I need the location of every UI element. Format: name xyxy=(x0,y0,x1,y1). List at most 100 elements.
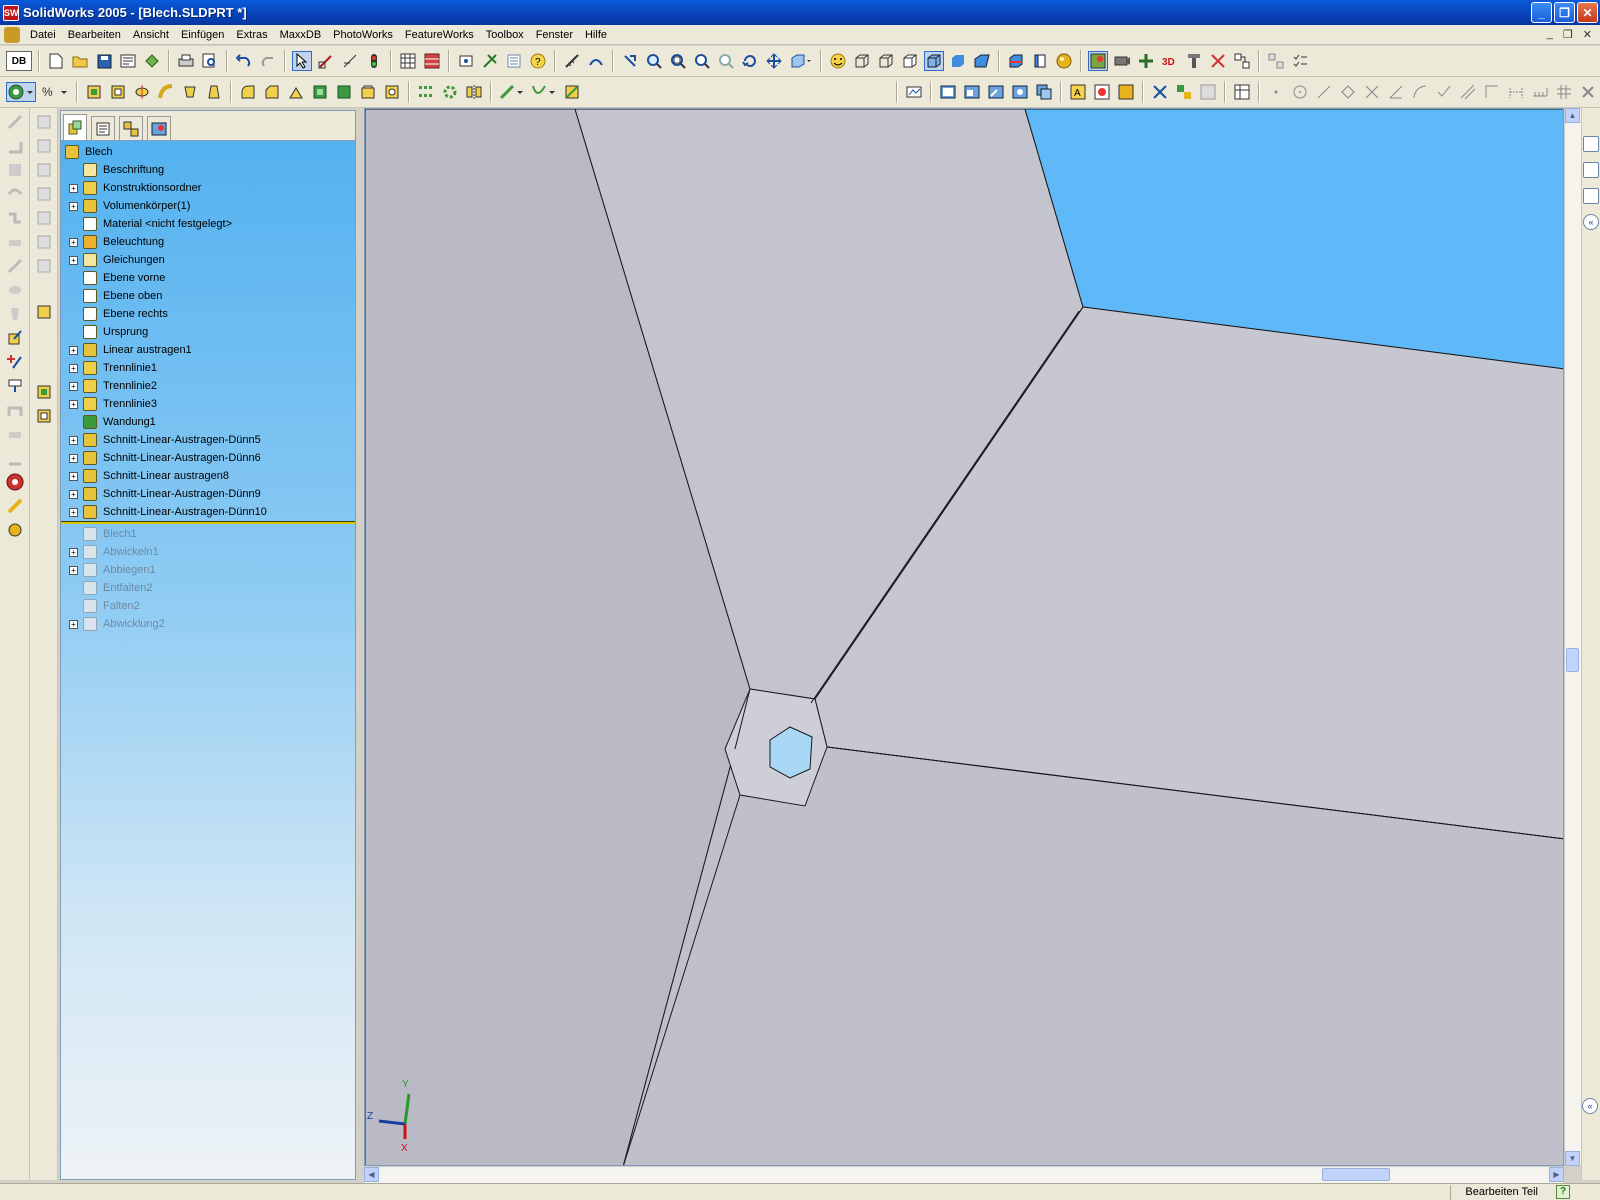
tree-item[interactable]: Falten2 xyxy=(61,597,355,615)
restore-button[interactable]: ❐ xyxy=(1554,2,1575,23)
menu-maxxdb[interactable]: MaxxDB xyxy=(274,26,328,44)
expand-icon[interactable]: « xyxy=(1582,1098,1598,1114)
tree-root[interactable]: Blech xyxy=(61,143,355,161)
detail-view-icon[interactable] xyxy=(1010,82,1030,102)
redo-icon[interactable] xyxy=(258,51,278,71)
insert-bends-icon[interactable] xyxy=(5,448,25,468)
collapse-icon[interactable]: « xyxy=(1583,214,1599,230)
hidden-lines-visible-icon[interactable] xyxy=(876,51,896,71)
tree-item[interactable]: + Schnitt-Linear-Austragen-Dünn9 xyxy=(61,485,355,503)
expand-toggle-icon[interactable]: + xyxy=(69,255,78,265)
chamfer-icon[interactable] xyxy=(262,82,282,102)
edge-flange-icon[interactable] xyxy=(5,136,25,156)
rollback-bar-line[interactable] xyxy=(61,521,355,524)
curves-icon[interactable] xyxy=(530,82,558,102)
shell-icon[interactable] xyxy=(310,82,330,102)
section-drawing-icon[interactable] xyxy=(1034,82,1054,102)
doc-close-button[interactable]: ✕ xyxy=(1583,28,1592,41)
tree-item[interactable]: + Schnitt-Linear-Austragen-Dünn5 xyxy=(61,431,355,449)
maxxdb-button[interactable]: DB xyxy=(6,51,32,71)
tree-item[interactable]: + Volumenkörper(1) xyxy=(61,197,355,215)
rip-icon[interactable] xyxy=(5,304,25,324)
interference-icon[interactable] xyxy=(1266,51,1286,71)
tree-item[interactable]: + Gleichungen xyxy=(61,251,355,269)
block-icon[interactable] xyxy=(1174,82,1194,102)
menu-ansicht[interactable]: Ansicht xyxy=(127,26,175,44)
expand-toggle-icon[interactable]: + xyxy=(69,363,78,373)
tree-item[interactable]: Wandung1 xyxy=(61,413,355,431)
tree-item[interactable]: + Abbiegen1 xyxy=(61,561,355,579)
circular-pattern-icon[interactable] xyxy=(440,82,460,102)
dome-icon[interactable] xyxy=(334,82,354,102)
wireframe-icon[interactable] xyxy=(852,51,872,71)
rotate-icon[interactable] xyxy=(740,51,760,71)
print-preview-icon[interactable] xyxy=(200,51,220,71)
cut-icon[interactable] xyxy=(34,136,54,156)
shaded-icon[interactable] xyxy=(948,51,968,71)
configuration-tab[interactable] xyxy=(119,116,143,140)
thicken-icon[interactable] xyxy=(34,302,54,322)
new-icon[interactable] xyxy=(46,51,66,71)
select-icon[interactable] xyxy=(292,51,312,71)
tree-item[interactable]: Ebene vorne xyxy=(61,269,355,287)
menu-extras[interactable]: Extras xyxy=(230,26,273,44)
shadows-icon[interactable] xyxy=(1030,51,1050,71)
menu-toolbox[interactable]: Toolbox xyxy=(480,26,530,44)
open-icon[interactable] xyxy=(70,51,90,71)
vertical-scroll-thumb[interactable] xyxy=(1566,648,1579,672)
featuremanager-tab[interactable] xyxy=(63,114,87,140)
linear-pattern-icon[interactable] xyxy=(416,82,436,102)
expand-toggle-icon[interactable]: + xyxy=(69,345,78,355)
tree-item[interactable]: + Abwicklung2 xyxy=(61,615,355,633)
checklist-icon[interactable] xyxy=(1290,51,1310,71)
rebuild-icon[interactable] xyxy=(364,51,384,71)
propertymanager-tab[interactable] xyxy=(91,116,115,140)
vertical-scrollbar[interactable]: ▲ ▼ xyxy=(1564,108,1581,1166)
zoom-selection-icon[interactable] xyxy=(716,51,736,71)
tree-item[interactable]: + Schnitt-Linear-Austragen-Dünn6 xyxy=(61,449,355,467)
menu-einfuegen[interactable]: Einfügen xyxy=(175,26,230,44)
sketch-draw-icon[interactable] xyxy=(5,328,25,348)
properties-icon[interactable] xyxy=(118,51,138,71)
arc-icon[interactable] xyxy=(1410,82,1430,102)
thicken-cut-icon[interactable] xyxy=(34,382,54,402)
tree-item[interactable]: Material <nicht festgelegt> xyxy=(61,215,355,233)
tree-item[interactable]: Entfalten2 xyxy=(61,579,355,597)
expand-toggle-icon[interactable]: + xyxy=(69,237,78,247)
print-icon[interactable] xyxy=(176,51,196,71)
close-button[interactable]: ✕ xyxy=(1577,2,1598,23)
publish-icon[interactable] xyxy=(142,51,162,71)
tree-item[interactable]: Ursprung xyxy=(61,323,355,341)
tree-item[interactable]: + Schnitt-Linear-Austragen-Dünn10 xyxy=(61,503,355,521)
layer-icon[interactable] xyxy=(1150,82,1170,102)
expand-toggle-icon[interactable]: + xyxy=(69,381,78,391)
model-view[interactable]: Y Z X xyxy=(365,109,1564,1166)
horizontal-scrollbar[interactable]: ◀ ▶ xyxy=(364,1166,1564,1183)
tree-item[interactable]: + Trennlinie1 xyxy=(61,359,355,377)
sweep-icon[interactable] xyxy=(156,82,176,102)
document-icon[interactable] xyxy=(4,26,20,43)
menu-hilfe[interactable]: Hilfe xyxy=(579,26,613,44)
assembly-icon[interactable] xyxy=(1232,51,1252,71)
grid-table-icon[interactable] xyxy=(398,51,418,71)
hatch-lines-icon[interactable] xyxy=(1458,82,1478,102)
expand-toggle-icon[interactable]: + xyxy=(69,399,78,409)
doc-minimize-button[interactable]: _ xyxy=(1547,28,1553,41)
line-icon[interactable] xyxy=(1314,82,1334,102)
corner-icon[interactable] xyxy=(1482,82,1502,102)
render-icon[interactable] xyxy=(1088,51,1108,71)
tree-item[interactable]: + Schnitt-Linear austragen8 xyxy=(61,467,355,485)
expand-toggle-icon[interactable]: + xyxy=(69,471,78,481)
smart-dimension-icon[interactable] xyxy=(340,51,360,71)
dimension-icon[interactable] xyxy=(1506,82,1526,102)
section-view-icon[interactable] xyxy=(1006,51,1026,71)
mirror-icon[interactable] xyxy=(464,82,484,102)
circle-icon[interactable] xyxy=(1290,82,1310,102)
home-icon[interactable] xyxy=(1583,136,1599,152)
scroll-right-button[interactable]: ▶ xyxy=(1549,1167,1564,1182)
mass-properties-icon[interactable] xyxy=(586,51,606,71)
sketch-icon[interactable] xyxy=(316,51,336,71)
previous-view-icon[interactable] xyxy=(620,51,640,71)
appearance-icon[interactable] xyxy=(828,51,848,71)
convert-to-sheet-metal-icon[interactable] xyxy=(5,496,25,516)
